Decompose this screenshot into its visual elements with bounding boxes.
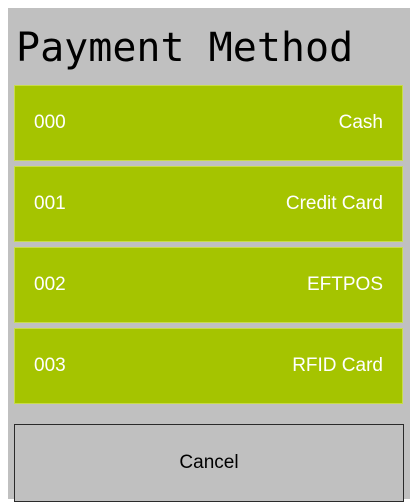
- payment-method-name: RFID Card: [292, 355, 383, 376]
- payment-method-credit-card-button[interactable]: 001 Credit Card: [14, 166, 403, 242]
- payment-method-code: 001: [34, 193, 66, 214]
- payment-method-code: 003: [34, 355, 66, 376]
- dialog-title: Payment Method: [16, 25, 354, 71]
- payment-method-name: EFTPOS: [306, 274, 383, 295]
- payment-method-eftpos-button[interactable]: 002 EFTPOS: [14, 247, 403, 323]
- payment-method-rfid-card-button[interactable]: 003 RFID Card: [14, 328, 403, 404]
- cancel-button[interactable]: Cancel: [14, 424, 404, 502]
- payment-method-code: 002: [34, 274, 66, 295]
- payment-method-name: Credit Card: [285, 193, 383, 214]
- payment-method-dialog: Payment Method 000 Cash 001 Credit Card …: [8, 8, 410, 502]
- payment-method-list: 000 Cash 001 Credit Card 002 EFTPOS 003 …: [14, 85, 403, 409]
- payment-method-cash-button[interactable]: 000 Cash: [14, 85, 403, 161]
- payment-method-code: 000: [34, 112, 66, 133]
- payment-method-name: Cash: [338, 112, 383, 133]
